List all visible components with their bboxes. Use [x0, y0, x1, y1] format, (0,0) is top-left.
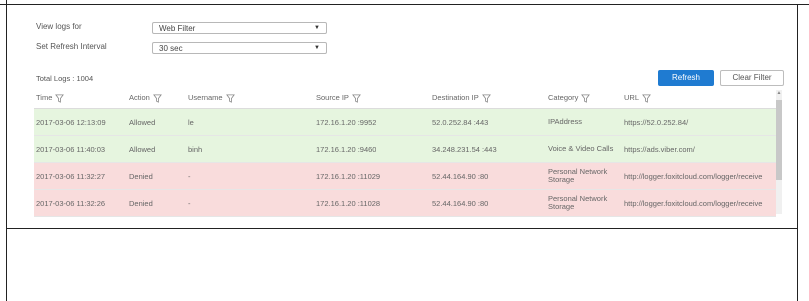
funnel-icon[interactable]	[349, 93, 361, 103]
cell-url[interactable]: http://logger.foxitcloud.com/logger/rece…	[624, 163, 776, 189]
cell-username: -	[188, 171, 191, 181]
refresh-interval-value: 30 sec	[159, 44, 183, 53]
refresh-interval-select[interactable]: 30 sec ▼	[152, 42, 327, 54]
caret-down-icon: ▼	[314, 25, 320, 31]
scroll-up-arrow-icon[interactable]: ▲	[776, 90, 782, 96]
cell-category: Personal Network Storage	[548, 167, 608, 184]
header-label: Time	[36, 93, 53, 102]
table-body: 2017-03-06 12:13:09 Allowed le 172.16.1.20 …	[34, 109, 776, 217]
view-logs-value: Web Filter	[159, 24, 196, 33]
table-row[interactable]: 2017-03-06 12:13:09 Allowed le 172.16.1.20 …	[34, 109, 776, 136]
header-col-username: Username	[188, 93, 235, 103]
cell-url[interactable]: https://52.0.252.84/	[624, 109, 776, 135]
header-label: Destination IP	[432, 93, 479, 102]
funnel-icon[interactable]	[639, 93, 651, 103]
cell-action: Allowed	[129, 144, 156, 154]
frame-right-border	[797, 4, 798, 301]
table-row[interactable]: 2017-03-06 11:40:03 Allowed binh 172.16.1.2…	[34, 136, 776, 163]
cell-url[interactable]: http://logger.foxitcloud.com/logger/rece…	[624, 190, 776, 216]
table-row[interactable]: 2017-03-06 11:32:27 Denied - 172.16.1.20 :1…	[34, 163, 776, 190]
header-col-category: Category	[548, 93, 591, 103]
header-label: Source IP	[316, 93, 349, 102]
funnel-icon[interactable]	[479, 93, 491, 103]
cell-time: 2017-03-06 11:32:26	[36, 198, 106, 208]
funnel-icon[interactable]	[52, 93, 65, 103]
header-col-url: URL	[624, 93, 651, 103]
header-label: Category	[548, 93, 579, 102]
cell-destination-ip: 52.44.164.90 :80	[432, 198, 489, 208]
logs-table: Time Action Username Source IP Destination I…	[34, 88, 776, 217]
refresh-button[interactable]: Refresh	[658, 70, 714, 86]
cell-category: Voice & Video Calls	[548, 144, 614, 153]
cell-source-ip: 172.16.1.20 :11028	[316, 198, 381, 208]
cell-source-ip: 172.16.1.20 :9952	[316, 117, 377, 127]
cell-time: 2017-03-06 11:32:27	[36, 171, 106, 181]
table-row[interactable]: 2017-03-06 11:32:26 Denied - 172.16.1.20 :1…	[34, 190, 776, 217]
header-col-action: Action	[129, 93, 162, 103]
view-logs-select[interactable]: Web Filter ▼	[152, 22, 327, 34]
caret-down-icon: ▼	[314, 45, 320, 51]
header-label: Username	[188, 93, 223, 102]
cell-time: 2017-03-06 11:40:03	[36, 144, 106, 154]
header-col-source-ip: Source IP	[316, 93, 361, 103]
cell-username: -	[188, 198, 191, 208]
cell-source-ip: 172.16.1.20 :9460	[316, 144, 377, 154]
view-logs-label: View logs for	[36, 22, 82, 31]
cell-time: 2017-03-06 12:13:09	[36, 117, 106, 127]
cell-category: IPAddress	[548, 117, 583, 126]
cell-destination-ip: 52.44.164.90 :80	[432, 171, 489, 181]
header-label: Action	[129, 93, 150, 102]
clear-filter-button[interactable]: Clear Filter	[720, 70, 784, 86]
cell-username: binh	[188, 144, 203, 154]
frame-bottom-border	[6, 228, 798, 229]
frame-left-border	[6, 0, 7, 301]
cell-action: Denied	[129, 198, 153, 208]
cell-category: Personal Network Storage	[548, 194, 608, 211]
scrollbar-thumb[interactable]	[776, 100, 782, 180]
header-col-destination-ip: Destination IP	[432, 93, 491, 103]
cell-source-ip: 172.16.1.20 :11029	[316, 171, 381, 181]
table-scrollbar[interactable]: ▲	[776, 90, 782, 214]
funnel-icon[interactable]	[578, 93, 591, 103]
total-logs-count: Total Logs : 1004	[36, 74, 94, 83]
refresh-interval-label: Set Refresh Interval	[36, 42, 107, 51]
table-header: Time Action Username Source IP Destination I…	[34, 88, 776, 109]
frame-top-border	[0, 4, 809, 5]
cell-destination-ip: 34.248.231.54 :443	[432, 144, 497, 154]
cell-destination-ip: 52.0.252.84 :443	[432, 117, 489, 127]
header-col-time: Time	[36, 93, 65, 103]
cell-action: Denied	[129, 171, 153, 181]
cell-url[interactable]: https://ads.viber.com/	[624, 136, 776, 162]
funnel-icon[interactable]	[223, 93, 235, 103]
header-label: URL	[624, 93, 640, 102]
cell-username: le	[188, 117, 194, 127]
funnel-icon[interactable]	[150, 93, 162, 103]
cell-action: Allowed	[129, 117, 156, 127]
